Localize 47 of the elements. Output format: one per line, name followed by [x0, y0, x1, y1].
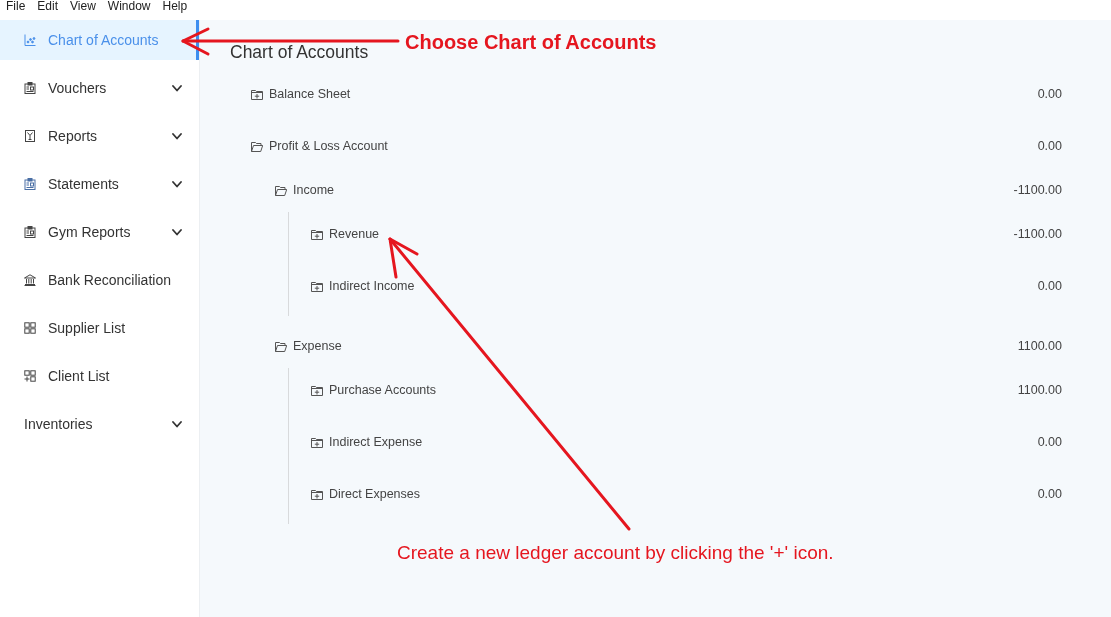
- bank-icon: [24, 274, 36, 286]
- annotation-text: Choose Chart of Accounts: [405, 30, 657, 54]
- annotation-text: Create a new ledger account by clicking the '+' icon.: [397, 541, 834, 565]
- amount-text: 0.00: [1037, 485, 1062, 503]
- sidebar-item[interactable]: Vouchers: [0, 68, 199, 108]
- grid-icon: [24, 322, 36, 334]
- amount-text: 1100.00: [1017, 381, 1062, 399]
- clipboard-icon: [24, 178, 36, 190]
- tree-item[interactable]: Purchase Accounts: [311, 380, 436, 400]
- grid-plus-icon: [24, 370, 36, 382]
- amount-text: 0.00: [1037, 433, 1062, 451]
- tree-item[interactable]: Indirect Expense: [311, 432, 423, 452]
- sidebar-item[interactable]: Reports: [0, 116, 199, 156]
- menu-item[interactable]: Window: [101, 0, 157, 13]
- tree-item[interactable]: Balance Sheet: [251, 84, 351, 104]
- tree-item[interactable]: Profit & Loss Account: [251, 136, 388, 156]
- amount-text: 0.00: [1037, 85, 1062, 103]
- tree-item[interactable]: Revenue: [311, 224, 380, 244]
- tree-item[interactable]: Direct Expenses: [311, 484, 420, 504]
- sidebar-item[interactable]: Supplier List: [0, 308, 199, 348]
- chart-icon: [24, 34, 36, 46]
- tree-item[interactable]: Indirect Income: [311, 276, 415, 296]
- document-icon: [24, 130, 36, 142]
- chevron-down-icon: [172, 180, 182, 188]
- amount-text: 1100.00: [1017, 337, 1062, 355]
- chevron-down-icon: [172, 132, 182, 140]
- sidebar-item[interactable]: Inventories: [0, 404, 199, 444]
- amount-text: 0.00: [1037, 277, 1062, 295]
- amount-text: -1100.00: [1013, 225, 1062, 243]
- amount-text: -1100.00: [1013, 181, 1062, 199]
- menu-item[interactable]: View: [64, 0, 102, 13]
- sidebar-item[interactable]: Gym Reports: [0, 212, 199, 252]
- sidebar-item[interactable]: Statements: [0, 164, 199, 204]
- sidebar-item[interactable]: Client List: [0, 356, 199, 396]
- amount-text: 0.00: [1037, 137, 1062, 155]
- chevron-down-icon: [172, 420, 182, 428]
- menu-item[interactable]: Edit: [31, 0, 65, 13]
- tree-item[interactable]: Expense: [275, 336, 342, 356]
- clipboard-icon: [24, 82, 36, 94]
- chevron-down-icon: [172, 228, 182, 236]
- menu-item[interactable]: Help: [156, 0, 194, 13]
- clipboard-icon: [24, 226, 36, 238]
- sidebar-item[interactable]: Bank Reconciliation: [0, 260, 199, 300]
- page-title: Chart of Accounts: [230, 41, 369, 64]
- chevron-down-icon: [172, 84, 182, 92]
- menu-item[interactable]: File: [0, 0, 32, 13]
- tree-item[interactable]: Income: [275, 180, 334, 200]
